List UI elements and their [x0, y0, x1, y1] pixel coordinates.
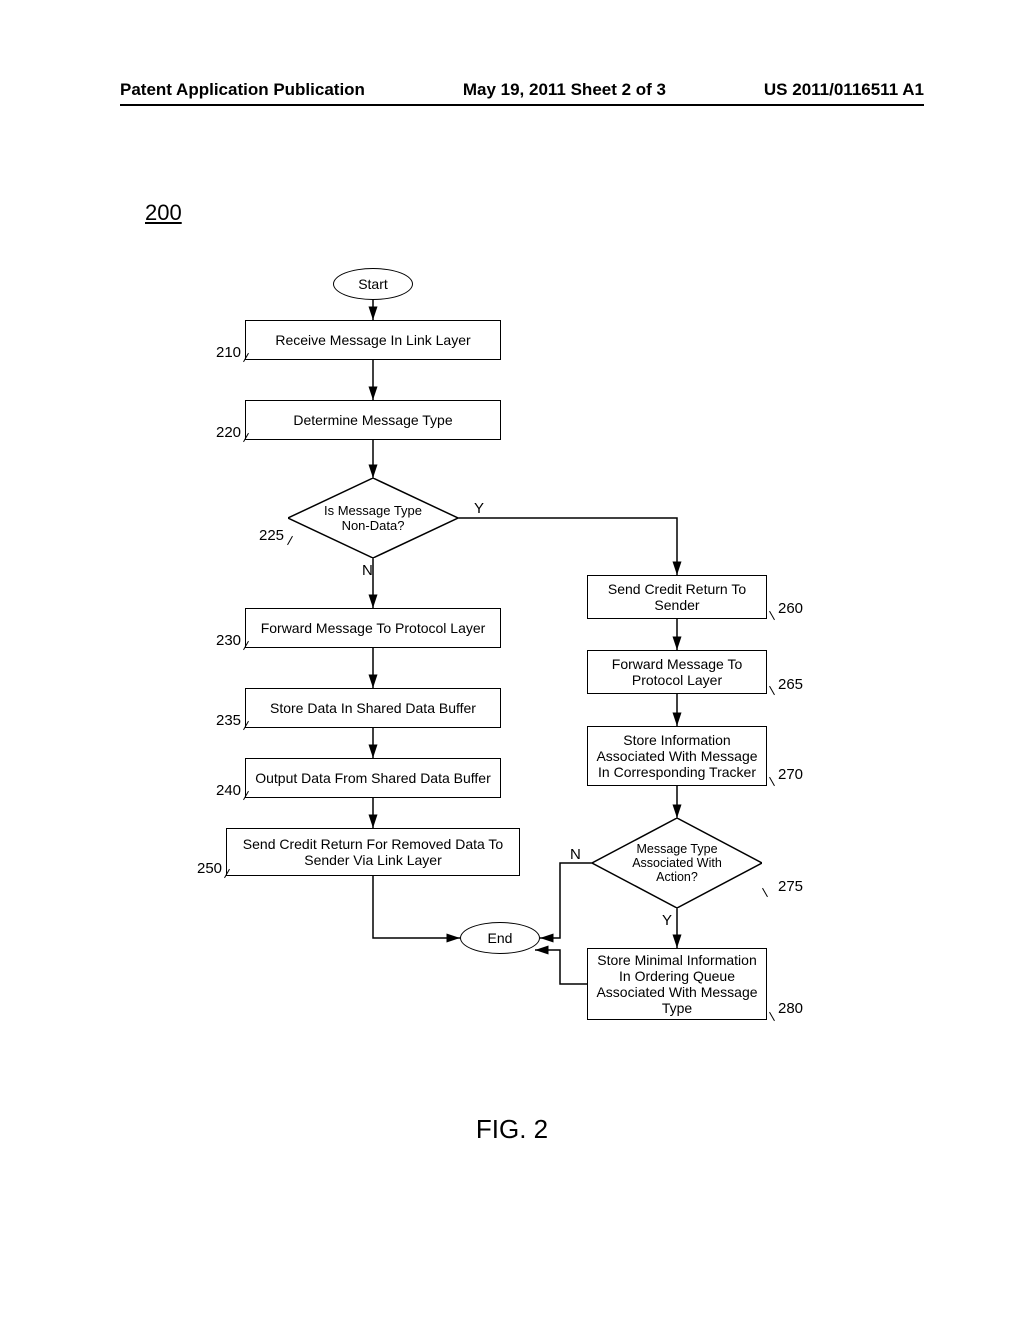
- end-terminator: End: [460, 922, 540, 954]
- process-250: Send Credit Return For Removed Data To S…: [226, 828, 520, 876]
- process-230-label: Forward Message To Protocol Layer: [261, 620, 486, 636]
- start-terminator: Start: [333, 268, 413, 300]
- process-230: Forward Message To Protocol Layer: [245, 608, 501, 648]
- branch-y-225: Y: [474, 500, 484, 517]
- ref-275: 275: [778, 878, 803, 895]
- ref-265: 265: [778, 676, 803, 693]
- process-235: Store Data In Shared Data Buffer: [245, 688, 501, 728]
- page: Patent Application Publication May 19, 2…: [0, 0, 1024, 1320]
- decision-225: Is Message Type Non-Data?: [288, 478, 458, 558]
- start-label: Start: [358, 276, 388, 292]
- process-270-label: Store Information Associated With Messag…: [594, 732, 760, 780]
- decision-225-label: Is Message Type Non-Data?: [288, 478, 458, 558]
- end-label: End: [488, 930, 513, 946]
- process-270: Store Information Associated With Messag…: [587, 726, 767, 786]
- ref-250: 250: [197, 860, 222, 877]
- process-240: Output Data From Shared Data Buffer: [245, 758, 501, 798]
- ref-240: 240: [216, 782, 241, 799]
- process-235-label: Store Data In Shared Data Buffer: [270, 700, 476, 716]
- process-240-label: Output Data From Shared Data Buffer: [255, 770, 491, 786]
- ref-260: 260: [778, 600, 803, 617]
- process-250-label: Send Credit Return For Removed Data To S…: [233, 836, 513, 868]
- branch-n-275: N: [570, 846, 581, 863]
- branch-n-225: N: [362, 562, 373, 579]
- process-260-label: Send Credit Return To Sender: [594, 581, 760, 613]
- process-260: Send Credit Return To Sender: [587, 575, 767, 619]
- process-265: Forward Message To Protocol Layer: [587, 650, 767, 694]
- ref-230: 230: [216, 632, 241, 649]
- process-280: Store Minimal Information In Ordering Qu…: [587, 948, 767, 1020]
- figure-number: 200: [145, 200, 182, 226]
- header-center: May 19, 2011 Sheet 2 of 3: [463, 80, 666, 100]
- process-220-label: Determine Message Type: [293, 412, 452, 428]
- ref-225: 225: [259, 527, 284, 544]
- header-right: US 2011/0116511 A1: [764, 80, 924, 100]
- figure-label: FIG. 2: [0, 1114, 1024, 1145]
- page-header: Patent Application Publication May 19, 2…: [120, 80, 924, 106]
- branch-y-275: Y: [662, 912, 672, 929]
- process-210: Receive Message In Link Layer: [245, 320, 501, 360]
- process-220: Determine Message Type: [245, 400, 501, 440]
- ref-220: 220: [216, 424, 241, 441]
- process-210-label: Receive Message In Link Layer: [275, 332, 470, 348]
- ref-235: 235: [216, 712, 241, 729]
- ref-280: 280: [778, 1000, 803, 1017]
- header-left: Patent Application Publication: [120, 80, 365, 100]
- decision-275: Message Type Associated With Action?: [592, 818, 762, 908]
- ref-210: 210: [216, 344, 241, 361]
- decision-275-label: Message Type Associated With Action?: [592, 818, 762, 908]
- process-265-label: Forward Message To Protocol Layer: [594, 656, 760, 688]
- ref-270: 270: [778, 766, 803, 783]
- process-280-label: Store Minimal Information In Ordering Qu…: [594, 952, 760, 1016]
